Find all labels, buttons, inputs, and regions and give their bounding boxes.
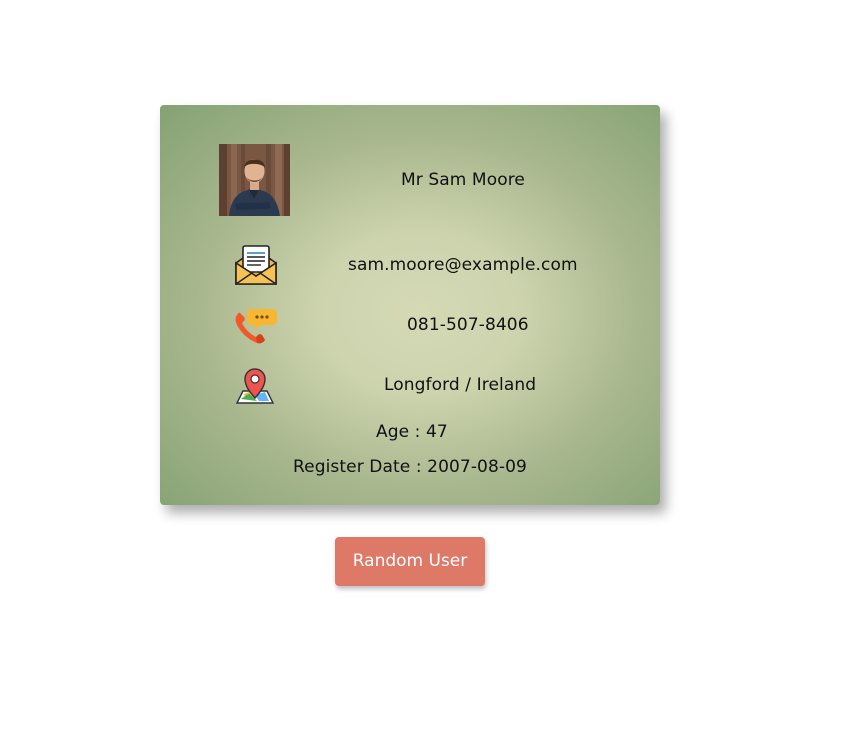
user-phone: 081-507-8406 (407, 315, 529, 335)
avatar (219, 144, 290, 216)
user-location: Longford / Ireland (384, 375, 537, 395)
envelope-letter-icon (234, 244, 278, 290)
phone-chat-icon (233, 307, 277, 349)
user-name: Mr Sam Moore (401, 170, 525, 190)
user-email: sam.moore@example.com (348, 255, 578, 275)
user-age: Age : 47 (376, 422, 448, 442)
random-user-button[interactable]: Random User (335, 537, 485, 586)
map-pin-icon (235, 365, 275, 409)
user-card: Mr Sam Moore sam.moore@example.com 081-5… (160, 105, 660, 505)
user-register-date: Register Date : 2007-08-09 (293, 457, 527, 477)
